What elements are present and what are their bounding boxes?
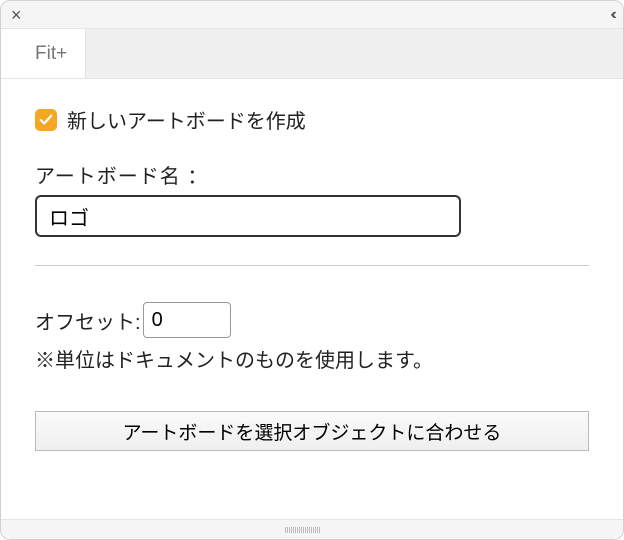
panel: × ‹‹ Fit+ 新しいアートボードを作成 アートボード名 ： オフセット: … — [0, 0, 624, 540]
fit-artboard-button[interactable]: アートボードを選択オブジェクトに合わせる — [35, 411, 589, 451]
create-artboard-checkbox[interactable] — [35, 109, 57, 131]
artboard-name-input[interactable] — [35, 195, 461, 237]
footer — [1, 519, 623, 539]
create-artboard-label: 新しいアートボードを作成 — [67, 105, 306, 134]
titlebar: × ‹‹ — [1, 1, 623, 29]
resize-grip-icon[interactable] — [285, 527, 339, 533]
create-artboard-row: 新しいアートボードを作成 — [35, 105, 589, 134]
fit-artboard-button-label: アートボードを選択オブジェクトに合わせる — [123, 418, 502, 445]
artboard-name-label: アートボード名 ： — [35, 160, 589, 189]
unit-note: ※単位はドキュメントのものを使用します。 — [35, 344, 589, 373]
offset-input[interactable] — [143, 302, 231, 338]
content: 新しいアートボードを作成 アートボード名 ： オフセット: ※単位はドキュメント… — [1, 79, 623, 451]
offset-row: オフセット: — [35, 302, 589, 338]
tab-row: Fit+ — [1, 29, 623, 79]
collapse-icon[interactable]: ‹‹ — [610, 6, 613, 24]
offset-label: オフセット: — [35, 306, 141, 335]
close-icon[interactable]: × — [11, 6, 22, 24]
tab-lead — [1, 29, 17, 78]
separator — [35, 265, 589, 266]
tab-label: Fit+ — [35, 43, 67, 65]
tab-fitplus[interactable]: Fit+ — [17, 29, 86, 78]
check-icon — [39, 113, 53, 127]
